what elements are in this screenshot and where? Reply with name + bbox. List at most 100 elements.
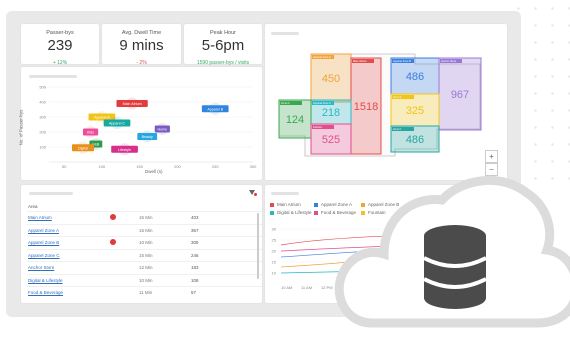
- x-tick-label: 12 PM: [321, 285, 333, 290]
- kpi-delta: + 12%: [52, 60, 68, 66]
- scatter-point-label: Lifestyle: [118, 148, 131, 152]
- table-row[interactable]: Food & Beverage 11 Min 57: [27, 286, 262, 297]
- map-zone-value: 450: [322, 73, 340, 85]
- map-zone-name: Anchor Store: [441, 59, 457, 63]
- map-zone-value: 218: [322, 107, 340, 119]
- area-link[interactable]: Food & Beverage: [28, 290, 63, 295]
- x-tick-label: 300: [250, 164, 257, 169]
- y-tick-label: 400: [39, 100, 46, 105]
- scatter-point-label: Digital: [78, 146, 88, 150]
- dwell-time: 15 Min: [139, 252, 153, 258]
- table-scrollbar[interactable]: [257, 213, 259, 279]
- y-tick-label: 20: [272, 249, 277, 254]
- x-tick-label: 200: [174, 164, 181, 169]
- map-zone-name: Zone E: [393, 95, 402, 99]
- card-title-placeholder: [29, 192, 73, 195]
- map-zone-name: Apparel Zone A: [313, 55, 331, 59]
- visitor-count: 57: [191, 290, 197, 295]
- map-zone-name: Main Atrium: [353, 59, 367, 63]
- x-axis-label: Dwell (s): [145, 169, 163, 174]
- kpi-label: Peak Hour: [210, 30, 236, 36]
- map-zone-value: 525: [322, 134, 340, 146]
- map-zone-name: Zone D: [281, 101, 290, 105]
- map-zone-name: Zone F: [393, 127, 402, 131]
- table-header: Area: [28, 204, 38, 209]
- area-table-card: Area Main Atrium 15 Min 403 Apparel Zone A 1…: [21, 185, 262, 303]
- y-tick-label: 300: [39, 115, 46, 120]
- kpi-value: 9 mins: [119, 37, 164, 54]
- map-zone-value: 325: [406, 105, 424, 117]
- x-tick-label: 10 AM: [281, 285, 292, 290]
- visitor-count: 183: [191, 265, 199, 270]
- kpi-peak-hour-card: Peak Hour 5-6pm 1590 passer-bys / visits: [184, 24, 262, 66]
- scatter-point-label: Apparel A: [94, 116, 110, 120]
- scatter-point-label: Beauty: [142, 135, 153, 139]
- database-icon: [423, 225, 487, 309]
- area-link[interactable]: Main Atrium: [28, 215, 52, 220]
- dwell-time: 10 Min: [139, 240, 153, 245]
- kpi-value: 5-6pm: [201, 37, 245, 54]
- alert-indicator: [110, 239, 116, 245]
- floor-map-card: Apparel Zone A 450 Main Atrium 1518 Apparel …: [265, 24, 507, 180]
- table-row[interactable]: Apparel Zone A 15 Min 367: [27, 223, 262, 235]
- map-zone-name: Apparel Zone C: [313, 101, 331, 105]
- area-link[interactable]: Apparel Zone A: [28, 228, 59, 233]
- dwell-time: 10 Min: [139, 277, 153, 283]
- kpi-dwell-time-card: Avg. Dwell Time 9 mins - 2%: [102, 24, 181, 66]
- x-tick-label: 100: [99, 164, 106, 169]
- alert-indicator: [110, 214, 116, 220]
- kpi-passer-bys-card: Passer-bys 239 + 12%: [21, 24, 99, 66]
- map-zone-value: 124: [286, 114, 304, 126]
- map-zone-name: Apparel Zone B: [393, 59, 411, 63]
- scatter-chart-card: 500 400 300 200 100 50 100 150 200 250 300 Main Atr…: [18, 67, 262, 180]
- map-zone-name: Fashion: [313, 125, 323, 129]
- area-link[interactable]: Anchor Store: [28, 265, 54, 270]
- map-zone-value: 486: [406, 134, 424, 146]
- dwell-time: 15 Min: [139, 227, 153, 233]
- table-row[interactable]: Main Atrium 15 Min 403: [27, 211, 262, 222]
- kpi-label: Avg. Dwell Time: [121, 30, 162, 36]
- scatter-point-label: Apparel B: [207, 107, 223, 111]
- filter-badge: [254, 193, 257, 196]
- table-row[interactable]: Apparel Zone B 10 Min 305: [27, 236, 262, 247]
- y-tick-label: 30: [272, 227, 277, 232]
- dwell-time: 11 Min: [139, 290, 153, 295]
- kpi-label: Passer-bys: [46, 30, 74, 36]
- scatter-point-label: Apparel C: [109, 122, 125, 126]
- y-tick-label: 500: [39, 85, 46, 90]
- visitor-count: 367: [191, 227, 199, 233]
- y-tick-label: 200: [39, 130, 46, 135]
- x-tick-label: 11 AM: [301, 285, 312, 290]
- scatter-point-label: Home: [158, 128, 168, 132]
- y-tick-label: 25: [272, 238, 277, 243]
- kpi-delta: - 2%: [136, 60, 147, 66]
- table-row[interactable]: Digital & Lifestyle 10 Min 108: [27, 273, 262, 285]
- x-tick-label: 250: [212, 164, 219, 169]
- floor-map: Apparel Zone A 450 Main Atrium 1518 Apparel …: [278, 53, 482, 157]
- x-tick-label: 150: [136, 164, 143, 169]
- scatter-point-label: Main Atrium: [123, 102, 142, 106]
- area-link[interactable]: Apparel Zone C: [28, 253, 60, 258]
- area-link[interactable]: Digital & Lifestyle: [28, 278, 63, 283]
- kpi-delta: 1590 passer-bys / visits: [196, 60, 250, 66]
- visitor-count: 403: [191, 215, 199, 220]
- visitor-count: 305: [191, 240, 199, 245]
- y-tick-label: 10: [272, 271, 277, 276]
- y-axis-label: No. of Passer-bys: [18, 109, 24, 146]
- map-zone-value: 967: [451, 89, 469, 101]
- scatter-chart: 500 400 300 200 100 50 100 150 200 250 300 Main Atr…: [39, 85, 257, 170]
- x-tick-label: 50: [62, 164, 67, 169]
- map-zone-value: 1518: [354, 101, 378, 113]
- dwell-time: 15 Min: [139, 215, 153, 220]
- area-link[interactable]: Apparel Zone B: [28, 240, 59, 245]
- kpi-value: 239: [47, 37, 73, 54]
- map-zone-value: 486: [406, 71, 424, 83]
- table-row[interactable]: Apparel Zone C 15 Min 246: [27, 248, 262, 260]
- scatter-point-label: Kids: [87, 131, 94, 135]
- table-row[interactable]: Anchor Store 12 Min 183: [27, 261, 262, 272]
- y-tick-label: 15: [272, 260, 277, 265]
- visitor-count: 108: [191, 277, 199, 283]
- cloud-database-graphic: [334, 175, 570, 328]
- y-tick-label: 100: [39, 145, 46, 150]
- visitor-count: 246: [191, 252, 199, 258]
